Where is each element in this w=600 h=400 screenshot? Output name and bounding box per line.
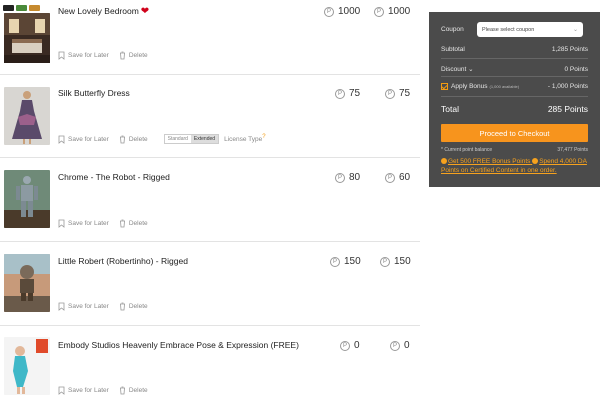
trash-icon [119,51,125,60]
license-type: Standard Extended License Type? [163,134,266,144]
save-for-later-button[interactable]: Save for Later [58,135,109,144]
product-thumbnail[interactable] [4,170,50,228]
item-title[interactable]: Embody Studios Heavenly Embrace Pose & E… [58,340,299,350]
save-for-later-button[interactable]: Save for Later [58,51,109,60]
delete-button[interactable]: Delete [119,51,148,60]
bookmark-icon [58,51,65,60]
final-price: P 75 [385,88,410,99]
bookmark-icon [58,219,65,228]
product-thumbnail[interactable] [4,254,50,312]
trash-icon [119,386,125,395]
original-price: P 1000 [324,6,360,17]
brand-badges [3,5,40,11]
heart-icon[interactable]: ❤ [141,6,149,17]
bonus-row: Apply Bonus (1,000 available) - 1,000 Po… [441,83,588,90]
points-icon: P [380,256,390,267]
chevron-down-icon: ⌄ [572,27,578,33]
points-icon: P [390,340,400,351]
points-icon: P [335,172,345,183]
points-icon: P [335,88,345,99]
delete-button[interactable]: Delete [119,386,148,395]
delete-button[interactable]: Delete [119,219,148,228]
point-balance: * Current point balance 37,477 Points [441,147,588,153]
item-title[interactable]: New Lovely Bedroom ❤ [58,6,149,17]
cart-item: Chrome - The Robot - Rigged P 80 P 60 Sa… [0,158,420,242]
bookmark-icon [58,386,65,395]
item-title[interactable]: Little Robert (Robertinho) - Rigged [58,256,188,266]
divider [441,58,588,59]
product-thumbnail[interactable] [4,337,50,395]
cart-list: New Lovely Bedroom ❤ P 1000 P 1000 Save f… [0,0,422,400]
points-icon [532,158,539,164]
points-icon [441,158,447,164]
product-thumbnail[interactable] [4,13,50,71]
save-for-later-button[interactable]: Save for Later [58,219,109,228]
total-row: Total 285 Points [441,104,588,114]
subtotal-row: Subtotal 1,285 Points [441,46,588,53]
original-price: P 150 [330,256,361,267]
final-price: P 150 [380,256,411,267]
license-type-label: License Type? [224,134,266,144]
points-icon: P [330,256,340,267]
final-price: P 1000 [374,6,410,17]
product-thumbnail[interactable] [4,87,50,145]
bookmark-icon [58,302,65,311]
original-price: P 80 [335,172,360,183]
divider [441,76,588,77]
save-for-later-button[interactable]: Save for Later [58,386,109,395]
chevron-down-icon: ⌄ [468,66,474,73]
license-option-standard[interactable]: Standard [165,135,191,143]
bookmark-icon [58,135,65,144]
cart-item: Little Robert (Robertinho) - Rigged P 15… [0,242,420,326]
order-summary: Coupon Please select coupon ⌄ Subtotal 1… [429,12,600,187]
delete-button[interactable]: Delete [119,135,148,144]
trash-icon [119,302,125,311]
original-price: P 0 [340,340,360,351]
trash-icon [119,135,125,143]
discount-toggle[interactable]: Discount ⌄ [441,65,474,73]
promo-link[interactable]: Get 500 FREE Bonus Points Spend 4,000 DA… [441,157,588,175]
license-option-extended[interactable]: Extended [190,135,219,143]
help-icon[interactable]: ? [262,134,265,140]
trash-icon [119,219,125,228]
cart-item: Embody Studios Heavenly Embrace Pose & E… [0,326,420,400]
license-toggle[interactable]: Standard Extended [163,134,220,144]
points-icon: P [385,172,395,183]
save-for-later-button[interactable]: Save for Later [58,302,109,311]
cart-item: New Lovely Bedroom ❤ P 1000 P 1000 Save f… [0,0,420,75]
divider [441,96,588,97]
discount-row: Discount ⌄ 0 Points [441,65,588,74]
item-title[interactable]: Chrome - The Robot - Rigged [58,172,170,182]
original-price: P 75 [335,88,360,99]
points-icon: P [340,340,350,351]
coupon-select[interactable]: Please select coupon ⌄ [477,22,583,37]
final-price: P 0 [390,340,410,351]
points-icon: P [385,88,395,99]
coupon-label: Coupon [441,26,464,33]
delete-button[interactable]: Delete [119,302,148,311]
points-icon: P [374,6,384,17]
points-icon: P [324,6,334,17]
item-title[interactable]: Silk Butterfly Dress [58,88,130,98]
cart-item: Silk Butterfly Dress P 75 P 75 Save for … [0,75,420,158]
checkout-button[interactable]: Proceed to Checkout [441,124,588,142]
apply-bonus-checkbox[interactable] [441,83,448,90]
final-price: P 60 [385,172,410,183]
